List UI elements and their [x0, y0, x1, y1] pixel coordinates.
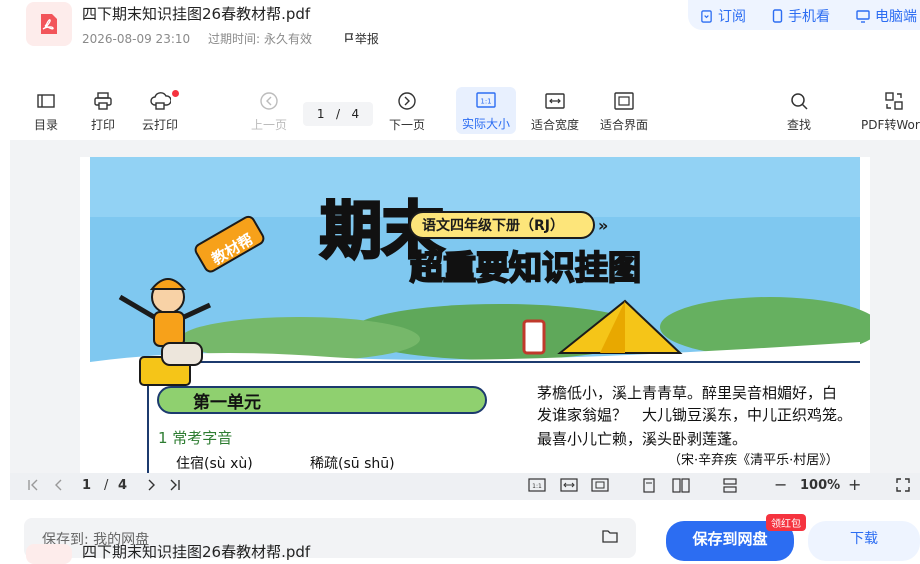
single-page-icon[interactable]: [642, 478, 656, 497]
download-button[interactable]: 下载: [808, 521, 920, 561]
folder-icon[interactable]: [602, 528, 618, 547]
viewer-statusbar: 1 / 4 1:1 − 100% +: [10, 473, 920, 500]
zoom-level: 100%: [800, 478, 841, 493]
viewer-toolbar: 目录 打印 云打印 上一页 下一页 1:1 实际大小 适合宽度 适合界面 查找 …: [0, 84, 920, 140]
poem-line: 发谁家翁媪？ 大儿锄豆溪东，中儿正织鸡笼。: [537, 406, 853, 424]
word-item: 稀疏(sū shū): [310, 456, 395, 472]
pdf-file-icon: [26, 2, 72, 46]
poem-line: 最喜小儿亡赖，溪头卧剥莲蓬。: [537, 430, 748, 448]
unit-title: 第一单元: [193, 393, 261, 413]
pdf-to-word-button[interactable]: PDF转Word: [861, 90, 920, 133]
actual-size-icon[interactable]: 1:1: [528, 478, 546, 496]
document-meta: 2026-08-09 23:10 过期时间: 永久有效 举报: [82, 30, 407, 47]
actual-size-icon: 1:1: [476, 92, 496, 108]
last-page-icon[interactable]: [168, 478, 182, 496]
status-page-total: 4: [118, 478, 128, 493]
cloud-print-icon: [150, 92, 171, 110]
print-button[interactable]: 打印: [91, 90, 115, 133]
upload-date: 2026-08-09 23:10: [82, 32, 191, 46]
status-page-sep: /: [104, 478, 109, 493]
chevron-left-circle-icon: [260, 92, 278, 110]
grade-label: 语文四年级下册（RJ）: [422, 217, 564, 234]
header-actions: 订阅 手机看 电脑端: [688, 0, 920, 30]
page-indicator[interactable]: 1 / 4: [303, 102, 373, 126]
chevron-right-circle-icon: [398, 92, 416, 110]
bookmark-icon: [701, 10, 712, 23]
red-packet-badge: 领红包: [766, 514, 806, 531]
document-title: 四下期末知识挂图26春教材帮.pdf: [82, 5, 311, 23]
monitor-icon: [856, 10, 870, 23]
report-icon: [345, 33, 353, 43]
prev-page-button[interactable]: 上一页: [251, 90, 287, 133]
expire-label: 过期时间: 永久有效: [207, 32, 313, 46]
svg-text:1:1: 1:1: [480, 98, 491, 106]
notification-dot: [172, 90, 179, 97]
section-heading: 1 常考字音: [158, 429, 233, 447]
first-page-icon[interactable]: [26, 478, 40, 496]
double-page-icon[interactable]: [672, 478, 690, 497]
zoom-out-icon[interactable]: −: [774, 475, 787, 494]
search-button[interactable]: 查找: [787, 90, 811, 133]
toc-icon: [37, 94, 55, 108]
zoom-in-icon[interactable]: +: [848, 475, 861, 494]
svg-text:1:1: 1:1: [532, 483, 542, 490]
poem-line: 茅檐低小，溪上青青草。醉里吴音相媚好，白: [537, 384, 838, 402]
fit-width-button[interactable]: 适合宽度: [531, 90, 579, 133]
fit-width-icon[interactable]: [560, 478, 578, 496]
convert-icon: [885, 92, 903, 110]
desktop-button[interactable]: 电脑端: [856, 6, 917, 26]
toc-button[interactable]: 目录: [34, 90, 58, 133]
poem-source: （宋·辛弃疾《清平乐·村居》）: [668, 453, 839, 468]
scroll-mode-icon[interactable]: [722, 478, 738, 497]
next-page-button[interactable]: 下一页: [389, 90, 425, 133]
document-header: 四下期末知识挂图26春教材帮.pdf 2026-08-09 23:10 过期时间…: [0, 0, 920, 72]
phone-icon: [772, 9, 783, 23]
printer-icon: [94, 92, 112, 110]
pdf-file-icon: [26, 544, 72, 564]
mobile-view-button[interactable]: 手机看: [772, 6, 830, 26]
svg-text:»: »: [598, 216, 608, 235]
fullscreen-icon[interactable]: [896, 478, 910, 496]
fit-page-icon[interactable]: [591, 478, 609, 496]
poster-title-sub: 超重要知识挂图: [410, 248, 641, 287]
fit-page-button[interactable]: 适合界面: [600, 90, 648, 133]
actual-size-button[interactable]: 1:1 实际大小: [456, 87, 517, 134]
document-title-repeat: 四下期末知识挂图26春教材帮.pdf: [82, 543, 311, 561]
chevron-right-icon[interactable]: [144, 478, 158, 496]
search-icon: [791, 93, 808, 110]
fit-page-icon: [614, 92, 634, 110]
chevron-left-icon[interactable]: [52, 478, 66, 496]
status-page-current: 1: [82, 478, 92, 493]
subscribe-button[interactable]: 订阅: [700, 6, 746, 26]
fit-width-icon: [545, 93, 565, 109]
report-link[interactable]: 举报: [344, 32, 393, 46]
word-item: 住宿(sù xù): [176, 456, 253, 472]
